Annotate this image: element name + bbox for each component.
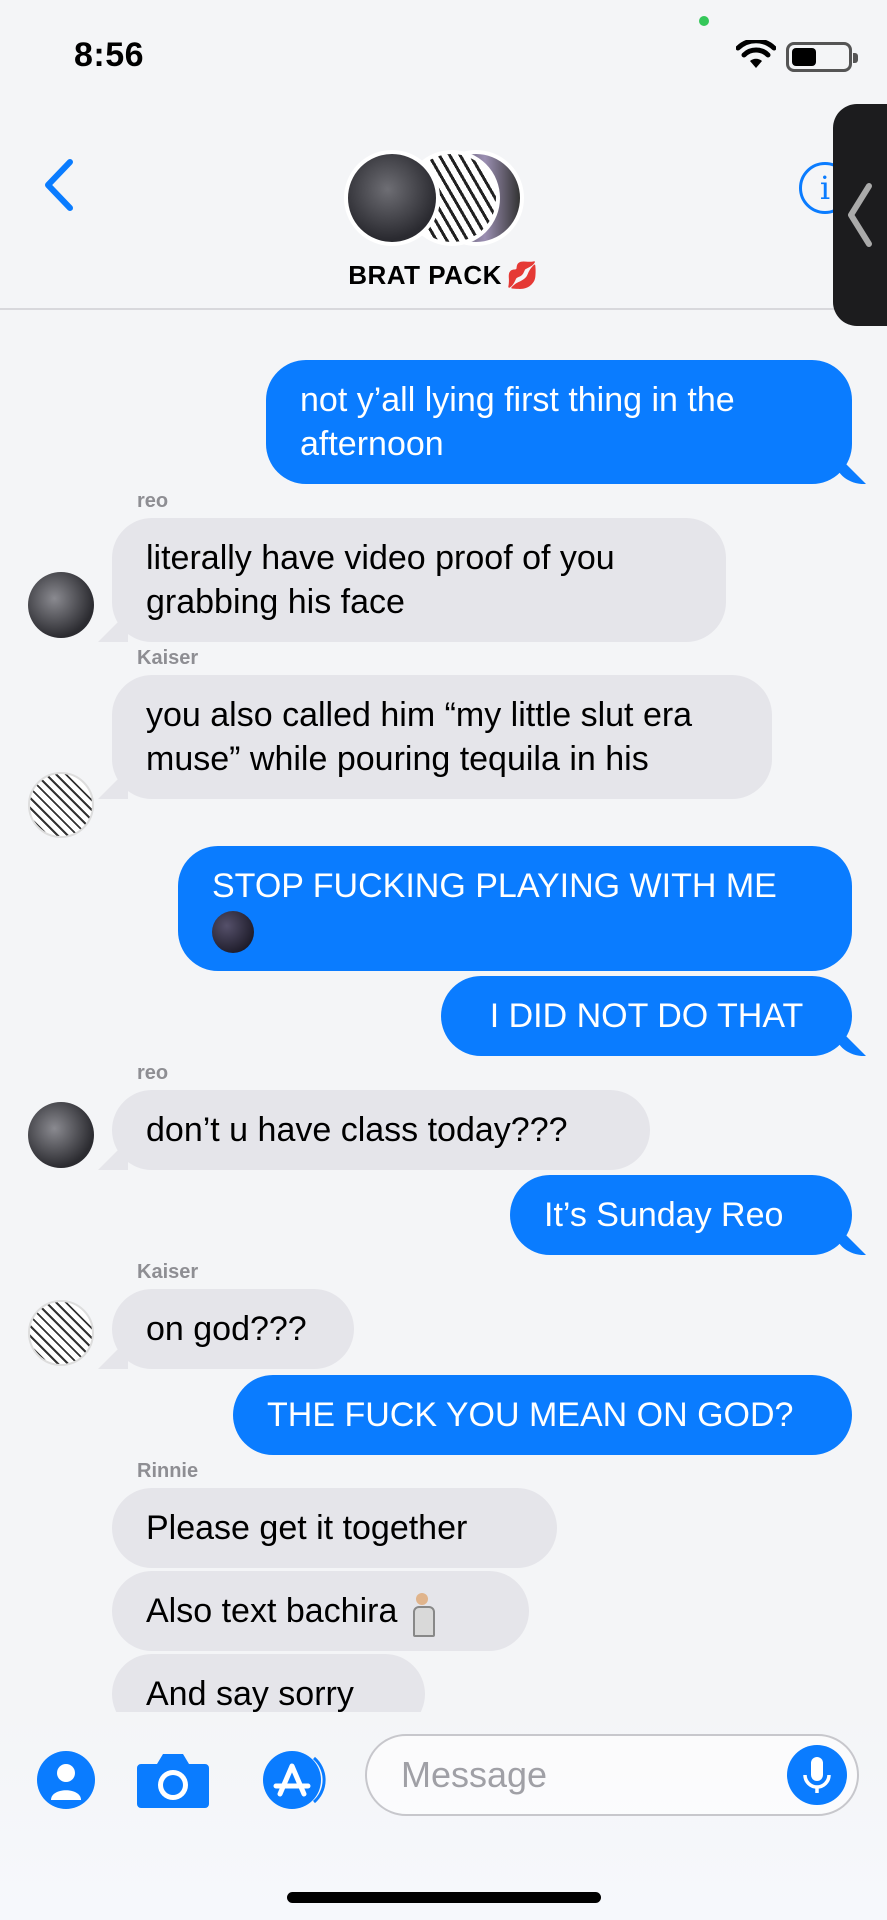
avatar[interactable] (28, 1300, 94, 1366)
status-time: 8:56 (74, 36, 145, 74)
received-message-bubble[interactable]: don’t u have class today??? (112, 1090, 650, 1170)
received-message-bubble[interactable]: Please get it together (112, 1488, 557, 1568)
battery-fill (792, 48, 816, 66)
avatar[interactable] (28, 1102, 94, 1168)
sender-name: Kaiser (137, 647, 199, 669)
sender-name: Rinnie (137, 1460, 199, 1482)
contact-memoji-icon[interactable] (36, 1750, 96, 1810)
sender-name: reo (137, 490, 169, 512)
sent-message-bubble[interactable]: THE FUCK YOU MEAN ON GOD? (233, 1375, 852, 1455)
received-message-bubble[interactable]: you also called him “my little slut era … (112, 675, 772, 799)
avatar[interactable] (28, 772, 94, 838)
message-list[interactable]: not y’all lying first thing in the after… (0, 340, 887, 1712)
sent-message-bubble[interactable]: STOP FUCKING PLAYING WITH ME (178, 846, 852, 972)
group-name-text: BRAT PACK (348, 260, 502, 290)
battery-icon (786, 42, 858, 72)
avatar[interactable] (28, 572, 94, 638)
sender-name: reo (137, 1062, 169, 1084)
kiss-emoji: 💋 (505, 260, 539, 290)
microphone-icon (803, 1757, 831, 1793)
back-chevron-icon[interactable] (42, 158, 76, 212)
received-message-text: Also text bachira (146, 1592, 398, 1630)
sender-name: Kaiser (137, 1261, 199, 1283)
home-indicator[interactable] (287, 1892, 601, 1903)
sent-message-bubble[interactable]: not y’all lying first thing in the after… (266, 360, 852, 484)
status-bar: 8:56 (0, 0, 887, 110)
person-standing-emoji (411, 1593, 436, 1638)
sent-message-text: STOP FUCKING PLAYING WITH ME (212, 867, 777, 905)
conversation-header: BRAT PACK 💋 i (0, 110, 887, 310)
dictation-button[interactable] (787, 1745, 847, 1805)
group-name[interactable]: BRAT PACK 💋 (0, 260, 887, 291)
message-input[interactable]: Message (365, 1734, 859, 1816)
sent-message-bubble[interactable]: It’s Sunday Reo (510, 1175, 852, 1255)
group-avatar-stack[interactable] (344, 150, 524, 246)
avatar (344, 150, 440, 246)
new-moon-face-emoji (212, 911, 254, 954)
camera-icon[interactable] (135, 1750, 211, 1810)
side-panel-handle[interactable] (833, 104, 887, 326)
received-message-bubble[interactable]: And say sorry (112, 1654, 425, 1712)
received-message-bubble[interactable]: on god??? (112, 1289, 354, 1369)
app-store-icon[interactable] (254, 1750, 334, 1810)
sent-message-bubble[interactable]: I DID NOT DO THAT (441, 976, 852, 1056)
received-message-bubble[interactable]: Also text bachira (112, 1571, 529, 1652)
wifi-icon (736, 40, 776, 68)
message-input-placeholder: Message (401, 1754, 548, 1795)
privacy-indicator-dot (699, 16, 709, 26)
received-message-bubble[interactable]: literally have video proof of you grabbi… (112, 518, 726, 642)
chevron-left-icon (848, 183, 872, 247)
message-composer-bar: Message (0, 1712, 887, 1920)
